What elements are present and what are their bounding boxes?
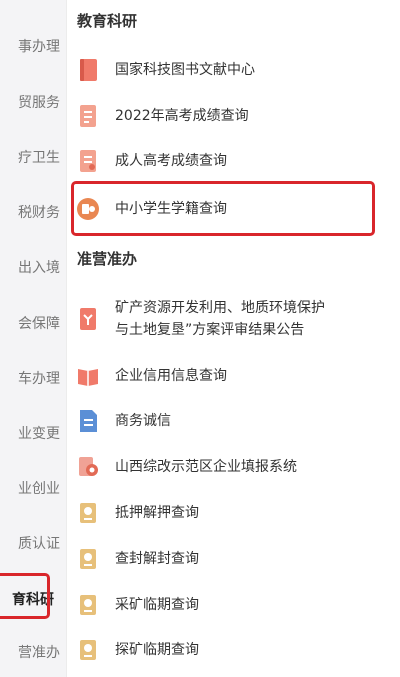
list-item[interactable]: 成人高考成绩查询 (77, 149, 397, 173)
list-item[interactable]: 探矿临期查询 (77, 638, 397, 662)
list-item-label: 抵押解押查询 (115, 505, 199, 521)
list-item[interactable]: 抵押解押查询 (77, 501, 397, 525)
list-item-label: 探矿临期查询 (115, 642, 199, 658)
sidebar-item[interactable]: 出入境 (18, 257, 60, 277)
sidebar-highlight-box (0, 573, 50, 619)
sidebar-item[interactable]: 业创业 (18, 478, 60, 498)
badge-document-icon (77, 455, 99, 479)
list-item-label-line2: 与土地复垦”方案评审结果公告 (115, 322, 305, 338)
sidebar-item[interactable]: 贸服务 (18, 92, 60, 112)
list-item-label-line1: 矿产资源开发利用、地质环境保护 (115, 300, 325, 316)
blue-document-icon (77, 409, 99, 433)
category-sidebar: 事办理 贸服务 疗卫生 税财务 出入境 会保障 车办理 业变更 业创业 质认证 … (0, 0, 67, 677)
sidebar-item[interactable]: 车办理 (18, 368, 60, 388)
list-item-label: 采矿临期查询 (115, 597, 199, 613)
list-item[interactable]: 山西综改示范区企业填报系统 (77, 455, 397, 479)
section-title-education: 教育科研 (77, 12, 138, 30)
sidebar-item[interactable]: 疗卫生 (18, 147, 60, 167)
list-item[interactable]: 2022年高考成绩查询 (77, 104, 397, 128)
sidebar-item[interactable]: 业变更 (18, 423, 60, 443)
list-item[interactable]: 企业信用信息查询 (77, 364, 397, 388)
certificate-icon (77, 501, 99, 525)
sidebar-item[interactable]: 税财务 (18, 202, 60, 222)
certificate-icon (77, 593, 99, 617)
list-item-label: 2022年高考成绩查询 (115, 108, 249, 124)
list-item[interactable]: 商务诚信 (77, 409, 397, 433)
list-item[interactable]: 矿产资源开发利用、地质环境保护 与土地复垦”方案评审结果公告 (77, 297, 397, 341)
sidebar-item[interactable]: 营准办 (18, 642, 60, 662)
list-item[interactable]: 查封解封查询 (77, 547, 397, 571)
list-item-label: 企业信用信息查询 (115, 368, 227, 384)
item-highlight-box (71, 181, 375, 236)
list-item-label: 国家科技图书文献中心 (115, 62, 255, 78)
service-list: 教育科研 国家科技图书文献中心 2022年高考成绩查询 成人高考成绩查询 中小学… (66, 0, 400, 677)
sidebar-item[interactable]: 会保障 (18, 313, 60, 333)
book-icon (77, 58, 99, 82)
exam-document-icon (77, 149, 99, 173)
sidebar-item[interactable]: 事办理 (18, 36, 60, 56)
sidebar-item[interactable]: 质认证 (18, 533, 60, 553)
list-item-label: 查封解封查询 (115, 551, 199, 567)
document-icon (77, 307, 99, 331)
list-item-label: 成人高考成绩查询 (115, 153, 227, 169)
list-item[interactable]: 采矿临期查询 (77, 593, 397, 617)
list-item-label-group: 矿产资源开发利用、地质环境保护 与土地复垦”方案评审结果公告 (115, 297, 325, 341)
section-title-licensing: 准营准办 (77, 250, 138, 268)
exam-document-icon (77, 104, 99, 128)
open-book-icon (77, 364, 99, 388)
list-item-label: 山西综改示范区企业填报系统 (115, 459, 297, 475)
list-item-label: 商务诚信 (115, 413, 171, 429)
certificate-icon (77, 547, 99, 571)
certificate-icon (77, 638, 99, 662)
list-item[interactable]: 国家科技图书文献中心 (77, 58, 397, 82)
